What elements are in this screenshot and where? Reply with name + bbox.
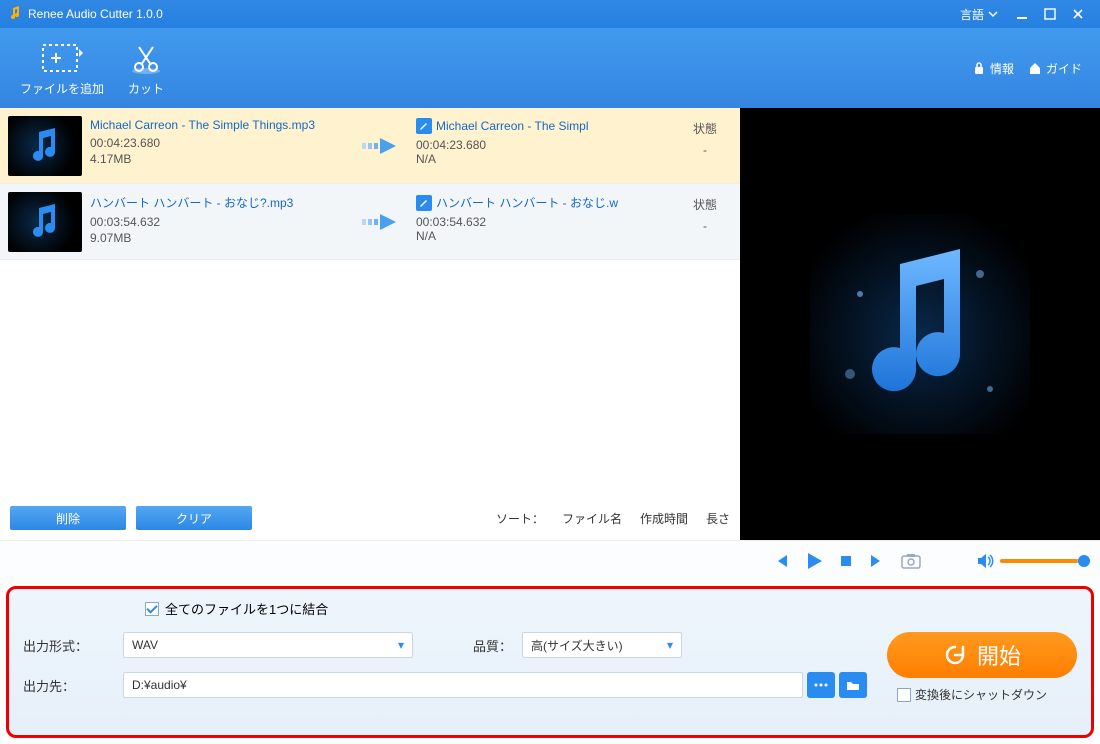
prev-button[interactable] [772, 552, 790, 570]
scissors-icon [128, 40, 164, 76]
lock-icon [972, 61, 986, 75]
output-info: Michael Carreon - The Simpl 00:04:23.680… [412, 108, 670, 183]
info-label: 情報 [990, 60, 1014, 77]
cut-label: カット [128, 80, 164, 97]
output-duration: 00:03:54.632 [416, 215, 666, 229]
refresh-icon [943, 643, 967, 667]
add-file-button[interactable]: ファイルを追加 [8, 34, 116, 103]
volume-icon [976, 552, 994, 570]
maximize-button[interactable] [1036, 0, 1064, 28]
info-link[interactable]: 情報 [972, 60, 1014, 77]
merge-files-checkbox[interactable] [145, 602, 159, 616]
output-format-label: 出力形式： [23, 636, 123, 655]
filmstrip-plus-icon [20, 40, 104, 76]
preview-music-icon [810, 214, 1030, 434]
status-column: 状態 - [670, 184, 740, 259]
player-controls [0, 540, 1100, 580]
music-note-icon [25, 202, 65, 242]
next-button[interactable] [868, 552, 886, 570]
file-row[interactable]: Michael Carreon - The Simple Things.mp3 … [0, 108, 740, 184]
file-thumbnail [8, 116, 82, 176]
snapshot-button[interactable] [900, 552, 922, 570]
source-size: 4.17MB [90, 152, 352, 166]
volume-slider[interactable] [1000, 559, 1086, 563]
app-title: Renee Audio Cutter 1.0.0 [28, 7, 163, 21]
output-dir-label: 出力先： [23, 676, 123, 695]
output-format-value: WAV [132, 638, 158, 652]
shutdown-checkbox[interactable] [897, 688, 911, 702]
quality-value: 高(サイズ大きい) [531, 637, 623, 654]
titlebar: Renee Audio Cutter 1.0.0 言語 [0, 0, 1100, 28]
open-folder-button[interactable] [839, 672, 867, 698]
add-file-label: ファイルを追加 [20, 80, 104, 97]
volume-control[interactable] [976, 552, 1086, 570]
guide-label: ガイド [1046, 60, 1082, 77]
preview-panel [740, 108, 1100, 540]
list-actions: 削除 クリア ソート： ファイル名 作成時間 長さ [10, 506, 740, 530]
output-dir-value: D:¥audio¥ [132, 678, 187, 692]
main-area: Michael Carreon - The Simple Things.mp3 … [0, 108, 1100, 540]
status-value: - [670, 219, 740, 233]
sort-label: ソート： [496, 510, 544, 527]
merge-files-label: 全てのファイルを1つに結合 [165, 599, 328, 618]
sort-by-length[interactable]: 長さ [706, 510, 730, 527]
chevron-down-icon [988, 9, 998, 19]
music-note-icon [25, 126, 65, 166]
sort-by-name[interactable]: ファイル名 [562, 510, 622, 527]
cut-button[interactable]: カット [116, 34, 176, 103]
status-value: - [670, 143, 740, 157]
language-label: 言語 [960, 6, 984, 23]
sort-bar: ソート： ファイル名 作成時間 長さ [496, 510, 730, 527]
output-dir-field[interactable]: D:¥audio¥ [123, 672, 803, 698]
chevron-down-icon: ▾ [667, 638, 673, 652]
edit-output-name-button[interactable] [416, 118, 432, 134]
start-area: 開始 変換後にシャットダウン [887, 632, 1077, 703]
source-info: Michael Carreon - The Simple Things.mp3 … [86, 108, 356, 183]
home-icon [1028, 61, 1042, 75]
chevron-down-icon: ▾ [398, 638, 404, 652]
stop-button[interactable] [838, 553, 854, 569]
file-thumbnail [8, 192, 82, 252]
file-list: Michael Carreon - The Simple Things.mp3 … [0, 108, 740, 540]
delete-button[interactable]: 削除 [10, 506, 126, 530]
file-row[interactable]: ハンバート ハンバート - おなじ?.mp3 00:03:54.632 9.07… [0, 184, 740, 260]
clear-button[interactable]: クリア [136, 506, 252, 530]
start-label: 開始 [977, 639, 1021, 671]
play-button[interactable] [804, 551, 824, 571]
source-duration: 00:03:54.632 [90, 215, 352, 229]
edit-output-name-button[interactable] [416, 195, 432, 211]
toolbar: ファイルを追加 カット 情報 ガイド [0, 28, 1100, 108]
language-dropdown[interactable]: 言語 [960, 6, 998, 23]
source-duration: 00:04:23.680 [90, 136, 352, 150]
browse-more-button[interactable] [807, 672, 835, 698]
status-header: 状態 [670, 196, 740, 213]
output-settings-panel: 全てのファイルを1つに結合 出力形式： WAV ▾ 品質： 高(サイズ大きい) … [6, 586, 1094, 738]
output-info: ハンバート ハンバート - おなじ.w 00:03:54.632 N/A [412, 184, 670, 259]
quality-dropdown[interactable]: 高(サイズ大きい) ▾ [522, 632, 682, 658]
output-size: N/A [416, 229, 666, 243]
close-button[interactable] [1064, 0, 1092, 28]
sort-by-created[interactable]: 作成時間 [640, 510, 688, 527]
minimize-button[interactable] [1008, 0, 1036, 28]
status-column: 状態 - [670, 108, 740, 183]
output-duration: 00:04:23.680 [416, 138, 666, 152]
conversion-arrow-icon [356, 184, 412, 259]
source-filename: ハンバート ハンバート - おなじ?.mp3 [90, 194, 352, 211]
conversion-arrow-icon [356, 108, 412, 183]
guide-link[interactable]: ガイド [1028, 60, 1082, 77]
quality-label: 品質： [473, 636, 512, 655]
status-header: 状態 [670, 120, 740, 137]
start-button[interactable]: 開始 [887, 632, 1077, 678]
app-logo-icon [8, 6, 22, 23]
source-filename: Michael Carreon - The Simple Things.mp3 [90, 118, 352, 132]
source-size: 9.07MB [90, 231, 352, 245]
output-filename: Michael Carreon - The Simpl [436, 119, 589, 133]
source-info: ハンバート ハンバート - おなじ?.mp3 00:03:54.632 9.07… [86, 184, 356, 259]
output-format-dropdown[interactable]: WAV ▾ [123, 632, 413, 658]
output-filename: ハンバート ハンバート - おなじ.w [436, 194, 618, 211]
output-size: N/A [416, 152, 666, 166]
shutdown-label: 変換後にシャットダウン [915, 686, 1047, 703]
